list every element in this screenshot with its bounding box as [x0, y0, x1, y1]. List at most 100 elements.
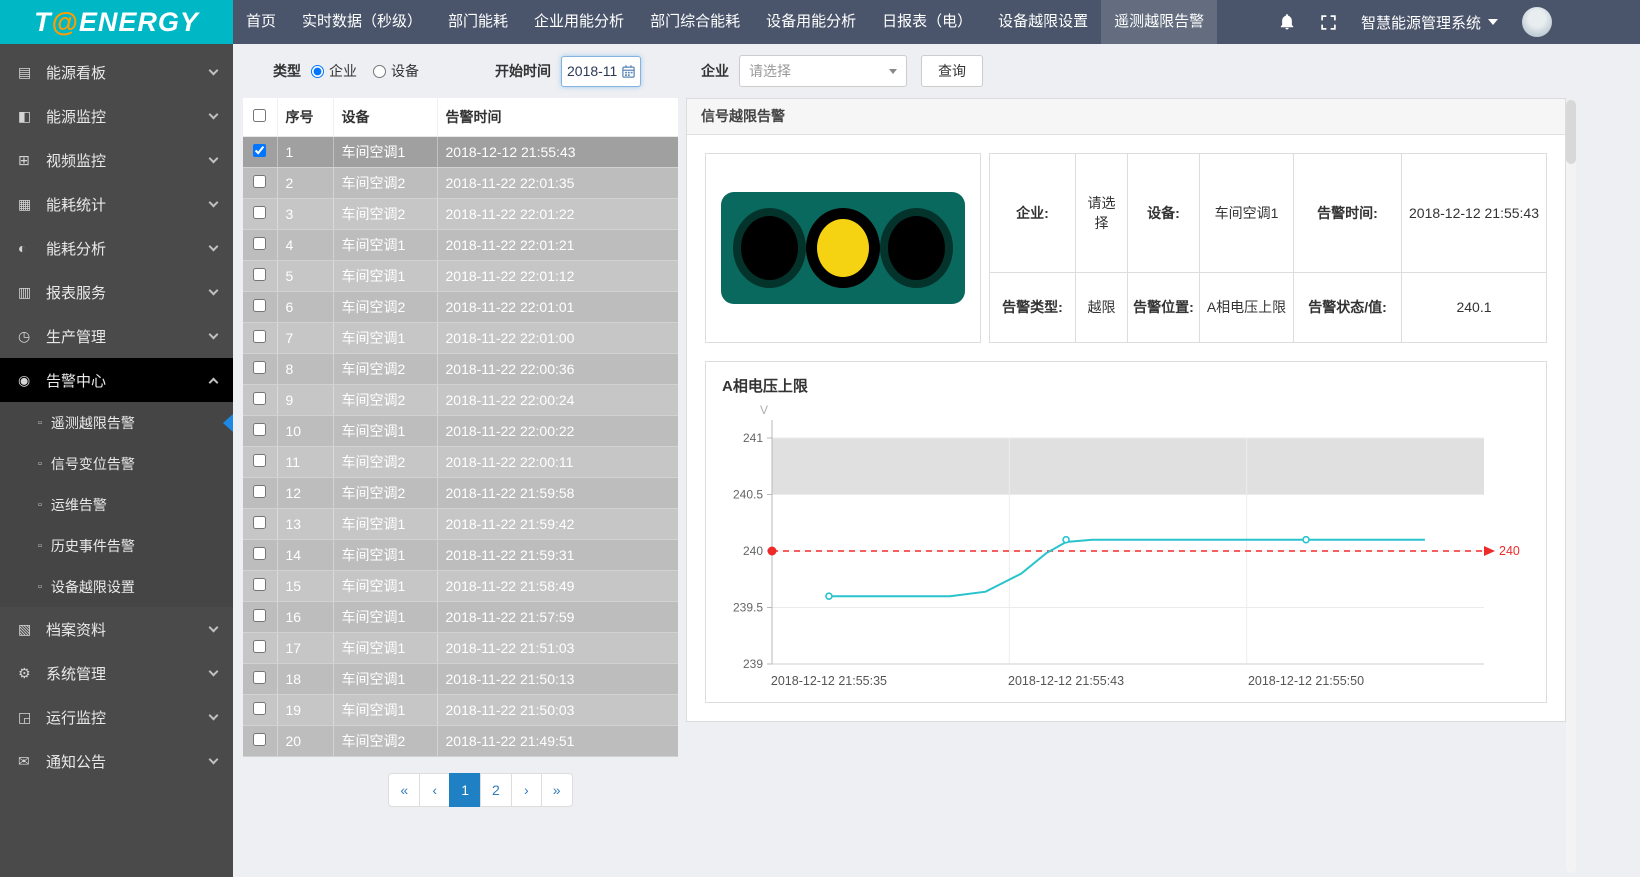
sidebar-subitem[interactable]: ▫遥测越限告警 — [0, 402, 233, 443]
row-checkbox[interactable] — [253, 454, 266, 467]
sidebar-item-production[interactable]: ◷生产管理 — [0, 314, 233, 358]
row-checkbox[interactable] — [253, 268, 266, 281]
info-label: 告警状态/值: — [1294, 272, 1402, 342]
row-time: 2018-11-22 22:01:00 — [437, 323, 678, 354]
table-row[interactable]: 9车间空调22018-11-22 22:00:24 — [243, 385, 678, 416]
sidebar-item-stats[interactable]: ▦能耗统计 — [0, 182, 233, 226]
table-row[interactable]: 13车间空调12018-11-22 21:59:42 — [243, 509, 678, 540]
page-button[interactable]: ‹ — [419, 773, 450, 807]
row-checkbox[interactable] — [253, 733, 266, 746]
table-row[interactable]: 6车间空调22018-11-22 22:01:01 — [243, 292, 678, 323]
table-row[interactable]: 1车间空调12018-12-12 21:55:43 — [243, 137, 678, 168]
sidebar-item-run[interactable]: ◲运行监控 — [0, 695, 233, 739]
table-row[interactable]: 17车间空调12018-11-22 21:51:03 — [243, 633, 678, 664]
sidebar-subitem[interactable]: ▫运维告警 — [0, 484, 233, 525]
nav-item[interactable]: 遥测越限告警 — [1101, 0, 1217, 44]
row-checkbox[interactable] — [253, 423, 266, 436]
table-row[interactable]: 19车间空调12018-11-22 21:50:03 — [243, 695, 678, 726]
page-button[interactable]: › — [511, 773, 542, 807]
table-row[interactable]: 5车间空调12018-11-22 22:01:12 — [243, 261, 678, 292]
table-row[interactable]: 15车间空调12018-11-22 21:58:49 — [243, 571, 678, 602]
sidebar-item-archive[interactable]: ▧档案资料 — [0, 607, 233, 651]
row-checkbox[interactable] — [253, 516, 266, 529]
sidebar-subitem[interactable]: ▫历史事件告警 — [0, 525, 233, 566]
row-checkbox[interactable] — [253, 702, 266, 715]
type-radio-company[interactable]: 企业 — [311, 61, 357, 81]
row-checkbox[interactable] — [253, 671, 266, 684]
select-all-checkbox[interactable] — [253, 109, 266, 122]
start-time-input-wrap — [561, 56, 641, 87]
row-checkbox[interactable] — [253, 640, 266, 653]
row-time: 2018-11-22 22:01:01 — [437, 292, 678, 323]
user-avatar[interactable] — [1522, 7, 1552, 37]
system-icon: ⚙ — [18, 665, 42, 682]
table-row[interactable]: 14车间空调12018-11-22 21:59:31 — [243, 540, 678, 571]
company-select[interactable]: 请选择 — [739, 55, 907, 87]
row-checkbox[interactable] — [253, 237, 266, 250]
notifications-bell-icon[interactable] — [1278, 13, 1296, 31]
logo-text: T@ENERGY — [34, 7, 199, 38]
row-checkbox[interactable] — [253, 144, 266, 157]
nav-item[interactable]: 首页 — [233, 0, 289, 44]
sidebar-item-analysis[interactable]: ◐能耗分析 — [0, 226, 233, 270]
scrollbar-thumb[interactable] — [1566, 100, 1576, 164]
nav-item[interactable]: 设备用能分析 — [753, 0, 869, 44]
nav-item[interactable]: 企业用能分析 — [521, 0, 637, 44]
sidebar-subitem[interactable]: ▫设备越限设置 — [0, 566, 233, 607]
table-row[interactable]: 20车间空调22018-11-22 21:49:51 — [243, 726, 678, 757]
row-device: 车间空调2 — [333, 447, 437, 478]
row-checkbox[interactable] — [253, 485, 266, 498]
page-button[interactable]: « — [388, 773, 420, 807]
row-no: 12 — [277, 478, 333, 509]
nav-item[interactable]: 日报表（电） — [869, 0, 985, 44]
table-row[interactable]: 2车间空调22018-11-22 22:01:35 — [243, 168, 678, 199]
page-button[interactable]: 1 — [449, 773, 481, 807]
table-row[interactable]: 10车间空调12018-11-22 22:00:22 — [243, 416, 678, 447]
calendar-icon[interactable] — [621, 64, 636, 79]
row-no: 6 — [277, 292, 333, 323]
scrollbar-track[interactable] — [1566, 100, 1576, 873]
table-row[interactable]: 12车间空调22018-11-22 21:59:58 — [243, 478, 678, 509]
nav-item[interactable]: 实时数据（秒级） — [289, 0, 435, 44]
nav-item[interactable]: 设备越限设置 — [985, 0, 1101, 44]
table-row[interactable]: 8车间空调22018-11-22 22:00:36 — [243, 354, 678, 385]
row-checkbox[interactable] — [253, 330, 266, 343]
table-row[interactable]: 16车间空调12018-11-22 21:57:59 — [243, 602, 678, 633]
row-device: 车间空调2 — [333, 199, 437, 230]
nav-item[interactable]: 部门综合能耗 — [637, 0, 753, 44]
row-checkbox[interactable] — [253, 547, 266, 560]
sidebar-subitem[interactable]: ▫信号变位告警 — [0, 443, 233, 484]
type-radio-device[interactable]: 设备 — [373, 61, 419, 81]
table-row[interactable]: 18车间空调12018-11-22 21:50:13 — [243, 664, 678, 695]
row-checkbox[interactable] — [253, 578, 266, 591]
info-value: A相电压上限 — [1200, 272, 1294, 342]
nav-item[interactable]: 部门能耗 — [435, 0, 521, 44]
sidebar-item-notice[interactable]: ✉通知公告 — [0, 739, 233, 783]
fullscreen-icon[interactable] — [1320, 14, 1337, 31]
row-checkbox[interactable] — [253, 392, 266, 405]
table-row[interactable]: 11车间空调22018-11-22 22:00:11 — [243, 447, 678, 478]
row-checkbox[interactable] — [253, 175, 266, 188]
sidebar-item-dashboard[interactable]: ▤能源看板 — [0, 50, 233, 94]
brand-logo[interactable]: T@ENERGY — [0, 0, 233, 44]
company-radio-input[interactable] — [311, 65, 324, 78]
chevron-down-icon — [209, 65, 219, 75]
row-checkbox[interactable] — [253, 206, 266, 219]
sidebar-item-system[interactable]: ⚙系统管理 — [0, 651, 233, 695]
row-checkbox[interactable] — [253, 299, 266, 312]
page-button[interactable]: » — [541, 773, 573, 807]
search-button[interactable]: 查询 — [921, 55, 983, 87]
system-name-menu[interactable]: 智慧能源管理系统 — [1361, 12, 1498, 33]
row-checkbox[interactable] — [253, 361, 266, 374]
table-row[interactable]: 7车间空调12018-11-22 22:01:00 — [243, 323, 678, 354]
table-row[interactable]: 4车间空调12018-11-22 22:01:21 — [243, 230, 678, 261]
sidebar-item-monitor[interactable]: ◧能源监控 — [0, 94, 233, 138]
sidebar-item-report[interactable]: ▥报表服务 — [0, 270, 233, 314]
table-row[interactable]: 3车间空调22018-11-22 22:01:22 — [243, 199, 678, 230]
sidebar-item-alarm[interactable]: ◉告警中心 — [0, 358, 233, 402]
row-checkbox[interactable] — [253, 609, 266, 622]
sidebar-item-video[interactable]: ⊞视频监控 — [0, 138, 233, 182]
page-button[interactable]: 2 — [480, 773, 512, 807]
start-time-input[interactable] — [567, 63, 621, 79]
device-radio-input[interactable] — [373, 65, 386, 78]
